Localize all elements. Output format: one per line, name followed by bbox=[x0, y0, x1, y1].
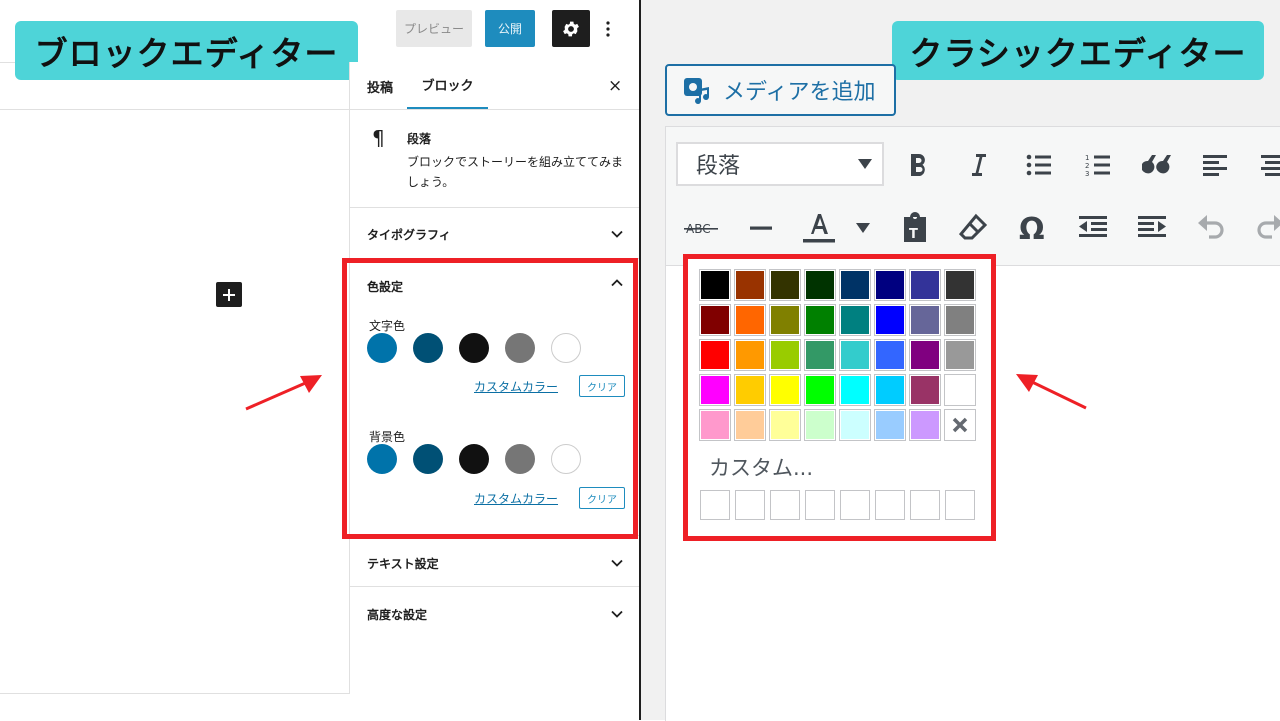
dropdown-caret-icon bbox=[856, 223, 870, 233]
eraser-icon bbox=[958, 213, 988, 240]
svg-text:T: T bbox=[909, 227, 918, 242]
publish-button[interactable]: 公開 bbox=[485, 10, 535, 47]
settings-button[interactable] bbox=[552, 10, 590, 47]
italic-icon bbox=[972, 154, 986, 176]
omega-icon: Ω bbox=[1019, 213, 1045, 243]
bullet-list-icon bbox=[1026, 154, 1051, 176]
block-inserter-button[interactable] bbox=[216, 282, 242, 307]
block-card-title: 段落 bbox=[407, 132, 432, 146]
classic-editor-label: クラシックエディター bbox=[892, 21, 1264, 80]
block-editor-label: ブロックエディター bbox=[15, 21, 358, 80]
undo-icon bbox=[1198, 215, 1224, 239]
highlight-frame bbox=[683, 254, 996, 541]
strikethrough-button[interactable]: ABC bbox=[683, 210, 719, 246]
paragraph-icon: ¶ bbox=[372, 126, 385, 150]
svg-text:3: 3 bbox=[1085, 170, 1089, 178]
strikethrough-icon: ABC bbox=[684, 222, 718, 236]
text-color-icon bbox=[803, 214, 835, 243]
special-character-button[interactable]: Ω bbox=[1015, 210, 1051, 246]
indent-icon bbox=[1138, 216, 1166, 237]
chevron-down-icon bbox=[611, 559, 623, 567]
bold-icon bbox=[911, 154, 925, 176]
align-center-button[interactable] bbox=[1255, 147, 1280, 183]
align-center-icon bbox=[1261, 155, 1280, 176]
paste-as-text-button[interactable]: T bbox=[897, 210, 933, 246]
more-options-button[interactable] bbox=[598, 12, 618, 46]
blockquote-button[interactable] bbox=[1139, 147, 1175, 183]
gear-icon bbox=[563, 21, 579, 36]
indent-button[interactable] bbox=[1134, 210, 1170, 246]
close-sidebar-button[interactable]: × bbox=[608, 62, 622, 110]
add-media-button[interactable]: メディアを追加 bbox=[665, 64, 896, 116]
media-icon bbox=[684, 78, 710, 105]
panel-title: 高度な設定 bbox=[367, 608, 428, 622]
text-color-button[interactable] bbox=[801, 208, 837, 244]
tab-post[interactable]: 投稿 bbox=[367, 62, 393, 110]
highlight-frame bbox=[342, 258, 638, 539]
vertical-ellipsis-icon bbox=[606, 21, 610, 37]
text-settings-panel-toggle[interactable]: テキスト設定 bbox=[350, 536, 639, 586]
divider bbox=[350, 109, 639, 110]
block-card-description: ブロックでストーリーを組み立ててみましょう。 bbox=[407, 155, 624, 189]
align-left-button[interactable] bbox=[1197, 147, 1233, 183]
divider bbox=[0, 109, 349, 110]
svg-text:2: 2 bbox=[1085, 162, 1089, 170]
svg-text:Ω: Ω bbox=[1019, 213, 1045, 243]
outdent-button[interactable] bbox=[1075, 210, 1111, 246]
italic-button[interactable] bbox=[960, 147, 996, 183]
format-select[interactable]: 段落 bbox=[676, 142, 884, 186]
numbered-list-button[interactable]: 1 2 3 bbox=[1080, 147, 1116, 183]
red-arrow-icon bbox=[1016, 374, 1087, 410]
format-select-value: 段落 bbox=[696, 154, 741, 179]
preview-button[interactable]: プレビュー bbox=[396, 10, 472, 47]
clipboard-icon: T bbox=[904, 212, 926, 242]
align-left-icon bbox=[1203, 155, 1227, 176]
redo-icon bbox=[1257, 215, 1280, 239]
bold-button[interactable] bbox=[901, 147, 937, 183]
dropdown-caret-icon bbox=[858, 159, 872, 169]
chevron-down-icon bbox=[611, 610, 623, 618]
advanced-panel-toggle[interactable]: 高度な設定 bbox=[350, 587, 639, 637]
text-color-dropdown-button[interactable] bbox=[845, 210, 881, 246]
block-editor-pane: ブロックエディター プレビュー 公開 投稿 ブロック × ¶ 段落 ブロックでス… bbox=[0, 0, 639, 720]
horizontal-line-button[interactable] bbox=[743, 210, 779, 246]
clear-formatting-button[interactable] bbox=[955, 210, 991, 246]
tab-block[interactable]: ブロック bbox=[407, 62, 488, 110]
horizontal-line-icon bbox=[750, 226, 772, 230]
bullet-list-button[interactable] bbox=[1021, 147, 1057, 183]
panel-title: テキスト設定 bbox=[367, 557, 439, 571]
chevron-down-icon bbox=[611, 230, 623, 238]
panel-title: タイポグラフィ bbox=[367, 228, 451, 242]
add-media-label: メディアを追加 bbox=[723, 80, 876, 105]
undo-button[interactable] bbox=[1193, 210, 1229, 246]
typography-panel-toggle[interactable]: タイポグラフィ bbox=[350, 208, 639, 258]
red-arrow-icon bbox=[245, 375, 322, 411]
numbered-list-icon: 1 2 3 bbox=[1085, 154, 1110, 178]
quote-icon bbox=[1142, 155, 1171, 174]
plus-icon bbox=[223, 288, 235, 301]
redo-button[interactable] bbox=[1252, 210, 1280, 246]
svg-text:1: 1 bbox=[1085, 154, 1089, 162]
outdent-icon bbox=[1079, 216, 1107, 237]
